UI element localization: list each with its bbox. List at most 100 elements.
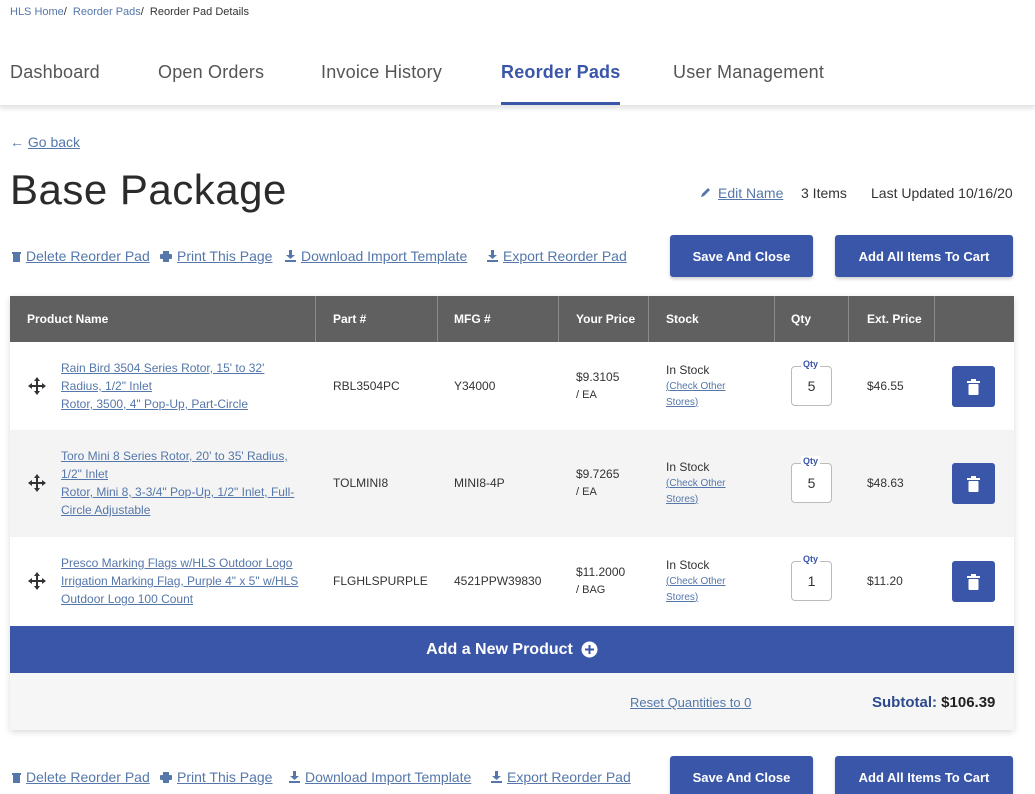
table-header: Product Name Part # MFG # Your Price Sto… [10,296,1014,342]
tab-user-management[interactable]: User Management [673,62,824,83]
price-value: $9.3105 [576,370,620,384]
export-reorder-pad-link[interactable]: Export Reorder Pad [491,769,631,785]
delete-row-button[interactable] [952,463,995,504]
check-other-stores-line: Check Other [669,576,726,587]
product-name-line: Radius, 1/2" Inlet [61,379,152,393]
left-arrow-icon: ← [10,134,24,150]
mfg-number: 4521PPW39830 [454,574,542,588]
stock-label: In Stock [666,558,710,572]
move-icon[interactable] [27,571,47,591]
quantity-input[interactable]: Qty 1 [791,554,832,601]
tab-reorder-pads[interactable]: Reorder Pads [501,62,621,105]
breadcrumb-reorder-pads-link[interactable]: Reorder Pads [73,6,141,18]
breadcrumb-home-link[interactable]: HLS Home [10,6,64,18]
trash-icon [12,252,21,262]
qty-value: 5 [807,378,816,394]
part-number: TOLMINI8 [333,476,389,490]
product-name-line: Presco Marking Flags w/HLS Outdoor Logo [61,556,293,570]
tab-invoice-history[interactable]: Invoice History [321,62,442,83]
header-qty: Qty [791,312,812,326]
main-tabs: Dashboard Open Orders Invoice History Re… [0,38,1035,106]
paren: ) [694,397,699,408]
trash-icon [12,773,21,783]
edit-name-link[interactable]: Edit Name [718,185,783,201]
product-name-link[interactable]: Presco Marking Flags w/HLS Outdoor Logo … [61,554,306,608]
add-all-to-cart-button[interactable]: Add All Items To Cart [835,756,1013,794]
check-other-stores-link[interactable]: (Check Other Stores) [666,381,725,408]
move-icon[interactable] [27,376,47,396]
breadcrumb-separator: / [140,6,144,18]
print-page-link[interactable]: Print This Page [160,248,272,264]
table-row: Toro Mini 8 Series Rotor, 20' to 35' Rad… [10,430,1014,537]
column-divider [315,296,316,342]
column-divider [558,296,559,342]
delete-reorder-pad-link[interactable]: Delete Reorder Pad [12,248,150,264]
product-name-line: Rotor, Mini 8, 3-3/4" Pop-Up, 1/2" Inlet… [61,485,295,499]
column-divider [848,296,849,342]
product-name-line: Circle Adjustable [61,503,151,517]
header-product-name: Product Name [27,312,109,326]
add-new-product-button[interactable]: Add a New Product [10,626,1014,673]
move-icon[interactable] [27,473,47,493]
delete-row-button[interactable] [952,366,995,407]
column-divider [934,296,935,342]
header-mfg-number: MFG # [454,312,491,326]
mfg-number: MINI8-4P [454,476,505,490]
subtotal: Subtotal: $106.39 [872,694,995,711]
plus-circle-icon [581,641,598,658]
delete-reorder-pad-link[interactable]: Delete Reorder Pad [12,769,150,785]
column-divider [774,296,775,342]
print-page-label: Print This Page [177,248,273,264]
ext-price: $11.20 [867,574,903,588]
tab-dashboard[interactable]: Dashboard [10,62,100,83]
qty-label: Qty [801,456,821,466]
your-price: $9.3105 / EA [576,369,619,404]
check-other-stores-link[interactable]: (Check Other Stores) [666,478,725,505]
add-all-to-cart-button[interactable]: Add All Items To Cart [835,235,1013,277]
go-back-label: Go back [27,134,81,150]
product-name-link[interactable]: Toro Mini 8 Series Rotor, 20' to 35' Rad… [61,447,306,519]
breadcrumb: HLS Home/ Reorder Pads/ Reorder Pad Deta… [10,6,249,18]
ext-price: $46.55 [867,379,904,393]
check-other-stores-link[interactable]: (Check Other Stores) [666,576,725,603]
your-price: $9.7265 / EA [576,466,619,501]
delete-row-button[interactable] [952,561,995,602]
column-divider [437,296,438,342]
tab-open-orders[interactable]: Open Orders [158,62,264,83]
quantity-input[interactable]: Qty 5 [791,456,832,503]
table-row: Rain Bird 3504 Series Rotor, 15' to 32' … [10,342,1014,430]
download-template-link[interactable]: Download Import Template [285,248,467,264]
download-template-link[interactable]: Download Import Template [289,769,471,785]
download-icon [285,250,296,262]
qty-value: 1 [807,573,816,589]
product-name-line: 1/2" Inlet [61,467,108,481]
download-icon [487,250,498,262]
last-updated: Last Updated 10/16/20 [871,185,1013,201]
item-count: 3 Items [801,185,847,201]
export-reorder-pad-link[interactable]: Export Reorder Pad [487,248,627,264]
stock-label: In Stock [666,363,710,377]
delete-reorder-pad-label: Delete Reorder Pad [26,248,150,264]
check-other-stores-line: Stores [666,592,695,603]
print-page-link[interactable]: Print This Page [160,769,272,785]
paren: ) [694,592,699,603]
go-back-link[interactable]: ← Go back [10,134,80,150]
price-unit: / BAG [576,584,606,596]
check-other-stores-line: Check Other [669,478,726,489]
quantity-input[interactable]: Qty 5 [791,359,832,406]
trash-icon [967,475,980,492]
product-name-link[interactable]: Rain Bird 3504 Series Rotor, 15' to 32' … [61,359,306,413]
stock-status: In Stock (Check Other Stores) [666,460,725,507]
save-and-close-button[interactable]: Save And Close [670,235,813,277]
subtotal-value: $106.39 [941,694,996,711]
save-and-close-button[interactable]: Save And Close [670,756,813,794]
trash-icon [967,573,980,590]
download-icon [289,771,300,783]
download-icon [491,771,502,783]
price-unit: / EA [576,486,597,498]
stock-status: In Stock (Check Other Stores) [666,363,725,410]
printer-icon [160,772,172,783]
reset-quantities-link[interactable]: Reset Quantities to 0 [630,695,751,710]
page-title: Base Package [10,166,287,213]
qty-label: Qty [801,554,821,564]
